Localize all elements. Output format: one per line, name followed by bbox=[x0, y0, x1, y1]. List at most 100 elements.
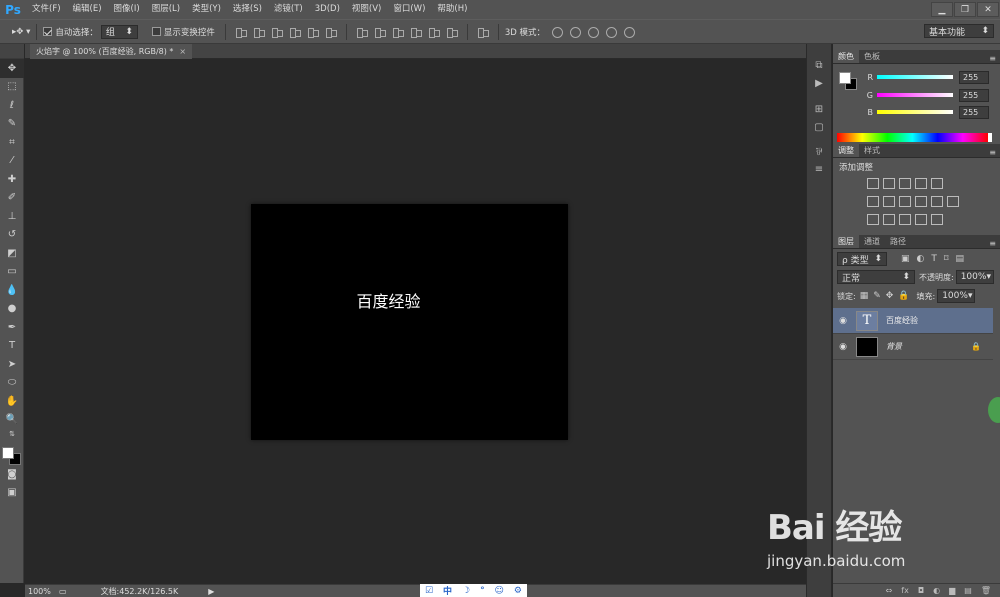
move-tool-preset-icon[interactable]: ▸✥ ▾ bbox=[12, 27, 30, 37]
workspace-dropdown[interactable]: 基本功能 ⬍ bbox=[924, 24, 994, 38]
clone-stamp-tool-icon[interactable]: ⊥ bbox=[0, 207, 24, 226]
info-panel-icon[interactable]: ▢ bbox=[807, 118, 831, 136]
distribute-top-icon[interactable] bbox=[356, 26, 368, 38]
quick-select-tool-icon[interactable]: ✎ bbox=[0, 115, 24, 134]
auto-select-target-dropdown[interactable]: 组 ⬍ bbox=[100, 24, 138, 39]
exposure-icon[interactable] bbox=[915, 178, 927, 189]
blend-mode-dropdown[interactable]: 正常 ⬍ bbox=[837, 270, 915, 284]
new-layer-icon[interactable]: ▤ bbox=[964, 586, 972, 595]
healing-brush-tool-icon[interactable]: ✚ bbox=[0, 170, 24, 189]
visibility-eye-icon[interactable]: ◉ bbox=[833, 316, 853, 326]
green-value[interactable]: 255 bbox=[959, 88, 989, 102]
brush-panel-icon[interactable]: ⅌ bbox=[807, 142, 831, 160]
distribute-left-icon[interactable] bbox=[410, 26, 422, 38]
blue-value[interactable]: 255 bbox=[959, 105, 989, 119]
invert-icon[interactable] bbox=[867, 214, 879, 225]
color-lookup-icon[interactable] bbox=[947, 196, 959, 207]
3d-scale-icon[interactable] bbox=[623, 26, 636, 38]
blur-tool-icon[interactable]: 💧 bbox=[0, 281, 24, 300]
show-transform-option[interactable]: 显示变换控件 bbox=[151, 26, 215, 38]
crop-tool-icon[interactable]: ⌗ bbox=[0, 133, 24, 152]
ime-punct-icon[interactable]: ° bbox=[480, 586, 485, 596]
brush-tool-icon[interactable]: ✐ bbox=[0, 189, 24, 208]
move-tool-icon[interactable]: ✥ bbox=[0, 59, 24, 78]
canvas-area[interactable]: 百度经验 bbox=[25, 59, 806, 584]
panel-menu-icon[interactable]: ≡ bbox=[989, 148, 996, 157]
photoshop-logo[interactable]: Ps bbox=[0, 0, 26, 19]
menu-edit[interactable]: 编辑(E) bbox=[67, 0, 108, 19]
add-mask-icon[interactable]: ◘ bbox=[918, 586, 924, 595]
ime-moon-icon[interactable]: ☽ bbox=[462, 586, 470, 596]
align-hcenter-icon[interactable] bbox=[307, 26, 319, 38]
foreground-color-swatch[interactable] bbox=[839, 72, 851, 84]
hand-tool-icon[interactable]: ✋ bbox=[0, 392, 24, 411]
zoom-level[interactable]: 100% bbox=[25, 587, 59, 596]
distribute-hcenter-icon[interactable] bbox=[428, 26, 440, 38]
delete-layer-icon[interactable]: 🗑 bbox=[981, 586, 991, 595]
menu-type[interactable]: 类型(Y) bbox=[186, 0, 227, 19]
status-menu-arrow[interactable]: ▶ bbox=[208, 587, 214, 596]
quick-mask-icon[interactable]: ◙ bbox=[0, 465, 24, 484]
color-balance-icon[interactable] bbox=[883, 196, 895, 207]
layer-name[interactable]: 背景 bbox=[886, 341, 902, 352]
posterize-icon[interactable] bbox=[883, 214, 895, 225]
menu-file[interactable]: 文件(F) bbox=[26, 0, 67, 19]
curves-icon[interactable] bbox=[899, 178, 911, 189]
align-right-icon[interactable] bbox=[325, 26, 337, 38]
menu-view[interactable]: 视图(V) bbox=[346, 0, 387, 19]
auto-select-option[interactable]: 自动选择： bbox=[43, 26, 98, 38]
tab-paths[interactable]: 路径 bbox=[885, 235, 911, 248]
auto-align-icon[interactable] bbox=[477, 26, 489, 38]
dock-grip[interactable] bbox=[807, 44, 831, 56]
minimize-button[interactable]: ▁ bbox=[931, 2, 953, 17]
dodge-tool-icon[interactable]: ● bbox=[0, 300, 24, 319]
status-preview-icon[interactable]: ▭ bbox=[59, 587, 67, 596]
fill-input[interactable]: 100% ▾ bbox=[937, 289, 976, 303]
threshold-icon[interactable] bbox=[899, 214, 911, 225]
lasso-tool-icon[interactable]: ℓ bbox=[0, 96, 24, 115]
blue-slider[interactable] bbox=[877, 110, 953, 114]
eraser-tool-icon[interactable]: ◩ bbox=[0, 244, 24, 263]
type-tool-icon[interactable]: T bbox=[0, 337, 24, 356]
restore-button[interactable]: ❐ bbox=[954, 2, 976, 17]
levels-icon[interactable] bbox=[883, 178, 895, 189]
align-left-icon[interactable] bbox=[289, 26, 301, 38]
layer-name[interactable]: 百度经验 bbox=[886, 315, 918, 326]
foreground-color-swatch[interactable] bbox=[2, 447, 14, 459]
3d-roll-icon[interactable] bbox=[569, 26, 582, 38]
history-brush-tool-icon[interactable]: ↺ bbox=[0, 226, 24, 245]
brightness-icon[interactable] bbox=[867, 178, 879, 189]
auto-select-checkbox[interactable] bbox=[43, 27, 53, 36]
tab-layers[interactable]: 图层 bbox=[833, 235, 859, 248]
layer-row-text[interactable]: ◉ T 百度经验 bbox=[833, 308, 993, 334]
opacity-input[interactable]: 100% ▾ bbox=[955, 270, 994, 284]
tab-swatches[interactable]: 色板 bbox=[859, 50, 885, 63]
ime-check-icon[interactable]: ☑ bbox=[425, 586, 433, 596]
red-value[interactable]: 255 bbox=[959, 70, 989, 84]
menu-window[interactable]: 窗口(W) bbox=[387, 0, 431, 19]
history-panel-icon[interactable]: ⧉ bbox=[807, 56, 831, 74]
document-tab[interactable]: 火焰字 @ 100% (百度经验, RGB/8) * × bbox=[30, 44, 193, 59]
pen-tool-icon[interactable]: ✒ bbox=[0, 318, 24, 337]
tab-styles[interactable]: 样式 bbox=[859, 144, 885, 157]
align-top-icon[interactable] bbox=[235, 26, 247, 38]
3d-drag-icon[interactable] bbox=[587, 26, 600, 38]
red-slider[interactable] bbox=[877, 75, 953, 79]
ime-user-icon[interactable]: ☺ bbox=[495, 586, 504, 596]
toolbar-header[interactable] bbox=[0, 44, 24, 59]
close-icon[interactable]: × bbox=[179, 47, 186, 56]
ime-chinese-mode[interactable]: 中 bbox=[443, 584, 452, 597]
tab-color[interactable]: 颜色 bbox=[833, 50, 859, 63]
panel-menu-icon[interactable]: ≡ bbox=[989, 54, 996, 63]
gradient-tool-icon[interactable]: ▭ bbox=[0, 263, 24, 282]
align-bottom-icon[interactable] bbox=[271, 26, 283, 38]
close-button[interactable]: ✕ bbox=[977, 2, 999, 17]
layer-filter-dropdown[interactable]: ρ 类型 ⬍ bbox=[837, 252, 887, 266]
ime-settings-icon[interactable]: ⚙ bbox=[514, 586, 522, 596]
hue-saturation-icon[interactable] bbox=[867, 196, 879, 207]
channel-mixer-icon[interactable] bbox=[931, 196, 943, 207]
color-spectrum[interactable] bbox=[837, 133, 992, 142]
properties-panel-icon[interactable]: ⊞ bbox=[807, 100, 831, 118]
eyedropper-tool-icon[interactable]: ⁄ bbox=[0, 152, 24, 171]
panel-menu-icon[interactable]: ≡ bbox=[989, 239, 996, 248]
